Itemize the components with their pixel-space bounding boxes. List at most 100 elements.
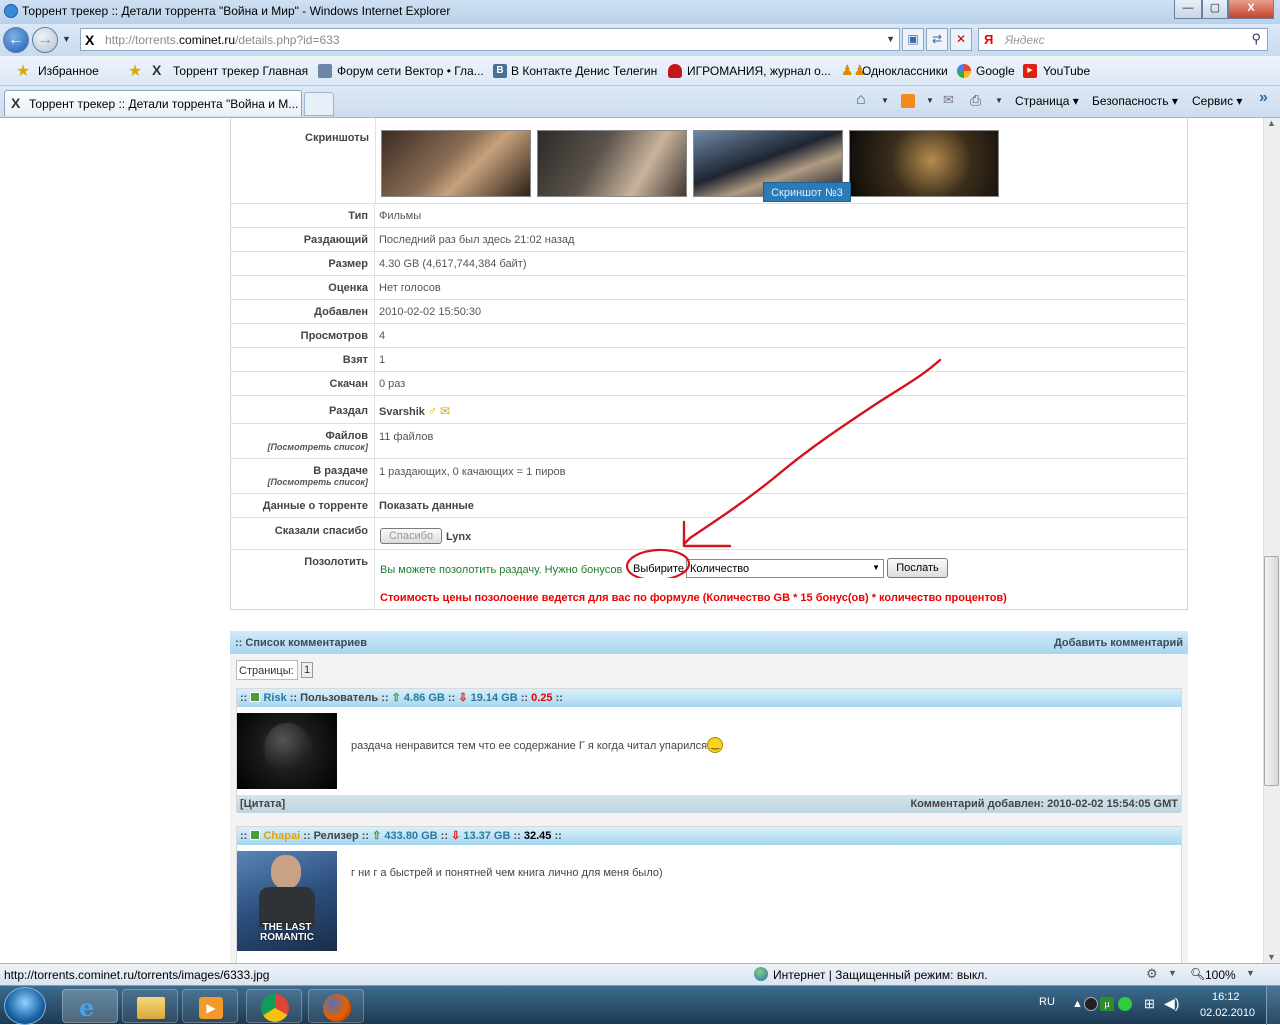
fav-item-vk[interactable]: В Контакте Денис Телегин [511,64,657,78]
feeds-icon[interactable] [901,94,915,108]
rating-value: Нет голосов [379,282,441,294]
taskbar-firefox[interactable] [308,989,364,1023]
comment-text: раздача ненравится тем что ее содержание… [351,737,724,753]
annotation-arrow-line [682,358,942,546]
fav-item-odnoklassniki[interactable]: Одноклассники [862,64,948,78]
forward-button[interactable]: → [32,27,58,53]
volume-icon[interactable]: ◀) [1164,995,1179,1012]
close-button[interactable]: X [1228,0,1274,19]
taskbar-explorer[interactable] [122,989,178,1023]
fav-item-igromania[interactable]: ИГРОМАНИЯ, журнал о... [687,64,831,78]
screenshot-2[interactable] [537,130,687,197]
utorrent-icon[interactable]: µ [1100,997,1114,1011]
search-input[interactable]: Яндекс [1005,33,1045,47]
fav-item-youtube[interactable]: YouTube [1043,64,1090,78]
upload-arrow-icon: ⇧ [372,830,382,842]
comment-header: :: Chapai :: Релизер :: ⇧ 433.80 GB :: ⇩… [237,827,1181,845]
feeds-dropdown-icon[interactable]: ▼ [926,96,934,105]
zone-dropdown-icon[interactable]: ▼ [1168,968,1177,978]
taskbar-chrome[interactable] [246,989,302,1023]
window-title: Торрент трекер :: Детали торрента "Война… [22,4,451,18]
search-icon[interactable]: ⚲ [1251,31,1261,47]
address-bar[interactable]: X http://torrents.cominet.ru/details.php… [80,28,900,51]
fav-item-google[interactable]: Google [976,64,1015,78]
tray-expand-icon[interactable]: ▲ [1072,998,1083,1010]
network-icon[interactable]: ⊞ [1144,996,1155,1012]
avatar [237,713,337,789]
peers-list-link[interactable]: [Посмотреть список] [230,477,368,488]
back-button[interactable]: ← [3,27,29,53]
screenshot-tooltip: Скриншот №3 [763,182,851,202]
clock-date[interactable]: 02.02.2010 [1200,1007,1255,1019]
taken-label: Взят [342,354,368,366]
row-views: Просмотров 4 [230,324,1186,348]
minimize-button[interactable]: — [1174,0,1202,19]
mail-icon[interactable]: ✉ [943,92,954,108]
menu-tools[interactable]: Сервис ▾ [1192,94,1242,108]
vertical-scrollbar[interactable]: ▲ ▼ [1263,118,1280,963]
zoom-dropdown-icon[interactable]: ▼ [1246,968,1255,978]
scroll-up-icon[interactable]: ▲ [1267,118,1276,128]
zoom-level[interactable]: 100% [1205,968,1236,982]
compatibility-view-icon[interactable]: ▣ [902,28,924,51]
address-dropdown-icon[interactable]: ▼ [886,34,895,44]
taskbar-ie[interactable]: e [62,989,118,1023]
pagination: Страницы: 1 [236,660,313,680]
protected-mode-icon[interactable]: ⚙ [1146,966,1158,982]
scroll-down-icon[interactable]: ▼ [1267,952,1276,962]
home-dropdown-icon[interactable]: ▼ [881,96,889,105]
fav-item-tracker[interactable]: Торрент трекер Главная [173,64,308,78]
thanks-button[interactable]: Спасибо [380,528,442,544]
add-favorite-icon[interactable]: ★ [128,61,142,81]
type-label: Тип [348,210,368,222]
expand-toolbar-icon[interactable]: » [1259,89,1268,107]
home-icon[interactable]: ⌂ [856,91,866,109]
uploader-link[interactable]: Svarshik [379,406,425,418]
quote-link[interactable]: [Цитата] [240,795,285,813]
screenshot-1[interactable] [381,130,531,197]
stop-icon[interactable]: ✕ [950,28,972,51]
search-box[interactable]: Я Яндекс ⚲ [978,28,1268,51]
start-button[interactable] [4,987,46,1025]
favorites-bar: ★ Избранное ★ X Торрент трекер Главная Ф… [0,56,1280,86]
history-dropdown-icon[interactable]: ▼ [62,34,71,44]
favorites-star-icon[interactable]: ★ [16,61,30,81]
steam-icon[interactable] [1084,997,1098,1011]
menu-page[interactable]: Страница ▾ [1015,94,1079,108]
zoom-icon[interactable]: 🔍︎ [1190,967,1205,981]
page-content: Скриншоты Скриншот №3 Тип Фильмы Раздающи… [0,118,1263,963]
taskbar-media[interactable]: ▶ [182,989,238,1023]
show-desktop-button[interactable] [1266,986,1280,1025]
language-indicator[interactable]: RU [1039,996,1055,1008]
menu-security[interactable]: Безопасность ▾ [1092,94,1178,108]
page-1-link[interactable]: 1 [301,662,313,678]
pages-label: Страницы: [239,665,294,677]
add-comment-link[interactable]: Добавить комментарий [1054,637,1183,649]
youtube-favicon-icon: ▶ [1023,64,1037,78]
thanks-user[interactable]: Lynx [446,531,471,543]
rating-label: Оценка [328,282,368,294]
pm-icon[interactable]: ✉ [440,404,450,418]
print-icon[interactable]: ⎙ [970,92,981,109]
maximize-button[interactable]: ▢ [1202,0,1228,19]
favorites-button[interactable]: Избранное [38,64,99,78]
clock-time[interactable]: 16:12 [1212,991,1240,1003]
scrollbar-thumb[interactable] [1264,556,1279,786]
icq-icon[interactable] [1118,997,1132,1011]
type-value: Фильмы [379,210,422,222]
new-tab-button[interactable] [304,92,334,116]
comment-user[interactable]: Chapai [263,830,300,842]
fav-item-forum[interactable]: Форум сети Вектор • Гла... [337,64,484,78]
tab-active[interactable]: X Торрент трекер :: Детали торрента "Вой… [4,90,302,116]
screenshot-4[interactable] [849,130,999,197]
show-data-link[interactable]: Показать данные [379,500,474,512]
peers-label: В раздаче [313,465,368,477]
size-value: 4.30 GB (4,617,744,384 байт) [379,258,527,270]
comment-user[interactable]: Risk [263,692,286,704]
downloaded-label: Скачан [329,378,368,390]
annotation-overlay [625,358,942,578]
print-dropdown-icon[interactable]: ▼ [995,96,1003,105]
files-list-link[interactable]: [Посмотреть список] [230,442,368,453]
refresh-icon[interactable]: ⇄ [926,28,948,51]
row-added: Добавлен 2010-02-02 15:50:30 [230,300,1186,324]
